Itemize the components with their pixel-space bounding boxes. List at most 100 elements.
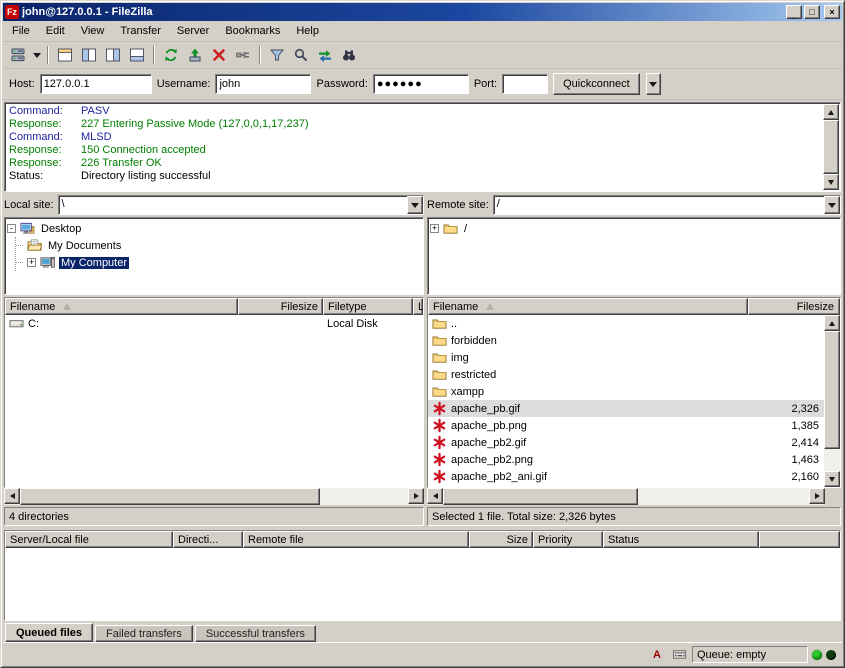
toggle-log-button[interactable] xyxy=(53,44,77,66)
menu-file[interactable]: File xyxy=(4,22,38,40)
scroll-right-button[interactable] xyxy=(408,488,424,504)
column-header-filename[interactable]: Filename xyxy=(428,298,748,315)
find-button[interactable] xyxy=(337,44,361,66)
column-header-status[interactable]: Status xyxy=(603,531,759,548)
scroll-right-button[interactable] xyxy=(809,488,825,504)
collapse-icon[interactable]: - xyxy=(7,224,16,233)
remote-site-combobox[interactable]: / xyxy=(493,195,841,215)
remote-file-row[interactable]: apache_pb2.gif 2,414 xyxy=(428,434,824,451)
site-manager-button[interactable] xyxy=(6,44,30,66)
column-header-filename[interactable]: Filename xyxy=(5,298,238,315)
remote-file-list[interactable]: Filename Filesize .. forbidden xyxy=(427,297,841,488)
menu-transfer[interactable]: Transfer xyxy=(112,22,169,40)
column-header-filetype[interactable]: Filetype xyxy=(323,298,413,315)
activity-indicators xyxy=(812,650,838,660)
local-list-body[interactable]: C: Local Disk xyxy=(5,315,423,487)
close-button[interactable]: × xyxy=(824,5,840,19)
column-header-lastmodified[interactable]: L xyxy=(413,298,423,315)
column-header-remote-file[interactable]: Remote file xyxy=(243,531,469,548)
scroll-up-button[interactable] xyxy=(823,104,839,120)
menu-view[interactable]: View xyxy=(73,22,113,40)
filter-icon xyxy=(269,47,285,63)
column-header-direction[interactable]: Directi... xyxy=(173,531,243,548)
local-file-row[interactable]: C: Local Disk xyxy=(5,315,423,332)
local-site-combobox[interactable]: \ xyxy=(58,195,424,215)
remote-file-row[interactable]: forbidden xyxy=(428,332,824,349)
tree-item-root[interactable]: + / xyxy=(430,220,838,237)
tab-successful-transfers[interactable]: Successful transfers xyxy=(195,625,316,642)
maximize-button[interactable]: □ xyxy=(804,5,820,19)
scroll-thumb[interactable] xyxy=(823,120,839,174)
remote-list-body[interactable]: .. forbidden img restricted xyxy=(428,315,824,487)
queue-body[interactable] xyxy=(5,548,840,620)
toggle-queue-button[interactable] xyxy=(125,44,149,66)
local-file-list[interactable]: Filename Filesize Filetype L C: Local Di… xyxy=(4,297,424,488)
scroll-up-button[interactable] xyxy=(824,315,840,331)
remote-file-row[interactable]: apache_pb2_ani.gif 2,160 xyxy=(428,468,824,485)
remote-file-row[interactable]: apache_pb.png 1,385 xyxy=(428,417,824,434)
remote-vertical-scrollbar[interactable] xyxy=(824,315,840,487)
menu-help[interactable]: Help xyxy=(288,22,327,40)
expand-icon[interactable]: + xyxy=(430,224,439,233)
scroll-thumb[interactable] xyxy=(20,488,320,505)
site-manager-dropdown[interactable] xyxy=(30,44,43,66)
menu-bookmarks[interactable]: Bookmarks xyxy=(217,22,288,40)
message-log[interactable]: Command:PASV Response:227 Entering Passi… xyxy=(4,102,841,192)
host-label: Host: xyxy=(9,78,35,90)
log-line: Status:Directory listing successful xyxy=(9,170,820,183)
cancel-button[interactable] xyxy=(207,44,231,66)
scroll-thumb[interactable] xyxy=(824,331,840,449)
column-header-server-local-file[interactable]: Server/Local file xyxy=(5,531,173,548)
local-tree[interactable]: - Desktop My Documents + My Computer xyxy=(4,217,424,295)
quickconnect-dropdown[interactable] xyxy=(646,73,661,95)
tab-failed-transfers[interactable]: Failed transfers xyxy=(95,625,193,642)
remote-site-dropdown[interactable] xyxy=(824,196,840,214)
local-site-dropdown[interactable] xyxy=(407,196,423,214)
keypad-icon[interactable] xyxy=(670,647,688,663)
expand-icon[interactable]: + xyxy=(27,258,36,267)
remote-tree[interactable]: + / xyxy=(427,217,841,295)
refresh-button[interactable] xyxy=(159,44,183,66)
sync-browsing-button[interactable] xyxy=(313,44,337,66)
port-input[interactable] xyxy=(502,74,548,94)
scroll-left-button[interactable] xyxy=(4,488,20,504)
remote-file-row[interactable]: restricted xyxy=(428,366,824,383)
remote-file-row-selected[interactable]: apache_pb.gif 2,326 xyxy=(428,400,824,417)
filter-button[interactable] xyxy=(265,44,289,66)
toggle-local-tree-button[interactable] xyxy=(77,44,101,66)
process-queue-button[interactable] xyxy=(183,44,207,66)
column-header-size[interactable]: Size xyxy=(469,531,533,548)
tab-queued-files[interactable]: Queued files xyxy=(5,623,93,642)
scroll-thumb[interactable] xyxy=(443,488,638,505)
column-header-filesize[interactable]: Filesize xyxy=(748,298,840,315)
tree-item-desktop[interactable]: - Desktop xyxy=(7,220,421,237)
column-header-filesize[interactable]: Filesize xyxy=(238,298,323,315)
remote-site-value: / xyxy=(494,196,824,214)
local-horizontal-scrollbar[interactable] xyxy=(4,488,424,505)
scroll-left-button[interactable] xyxy=(427,488,443,504)
title-bar[interactable]: Fz john@127.0.0.1 - FileZilla _ □ × xyxy=(3,3,842,21)
scroll-down-button[interactable] xyxy=(824,471,840,487)
host-input[interactable] xyxy=(40,74,152,94)
compare-button[interactable] xyxy=(289,44,313,66)
column-header-priority[interactable]: Priority xyxy=(533,531,603,548)
minimize-button[interactable]: _ xyxy=(786,5,802,19)
menu-edit[interactable]: Edit xyxy=(38,22,73,40)
disconnect-button[interactable] xyxy=(231,44,255,66)
tree-item-my-documents[interactable]: My Documents xyxy=(16,237,421,254)
toggle-remote-tree-button[interactable] xyxy=(101,44,125,66)
remote-file-row[interactable]: apache_pb2.png 1,463 xyxy=(428,451,824,468)
remote-horizontal-scrollbar[interactable] xyxy=(427,488,825,505)
username-input[interactable] xyxy=(215,74,311,94)
transfer-queue[interactable]: Server/Local file Directi... Remote file… xyxy=(4,530,841,621)
log-scrollbar[interactable] xyxy=(823,104,839,190)
scroll-down-button[interactable] xyxy=(823,174,839,190)
remote-file-row[interactable]: .. xyxy=(428,315,824,332)
menu-server[interactable]: Server xyxy=(169,22,217,40)
password-input[interactable] xyxy=(373,74,469,94)
remote-file-row[interactable]: xampp xyxy=(428,383,824,400)
tree-item-my-computer[interactable]: + My Computer xyxy=(16,254,421,271)
remote-file-row[interactable]: img xyxy=(428,349,824,366)
transfer-type-icon[interactable]: A xyxy=(648,647,666,663)
quickconnect-button[interactable]: Quickconnect xyxy=(553,73,640,95)
